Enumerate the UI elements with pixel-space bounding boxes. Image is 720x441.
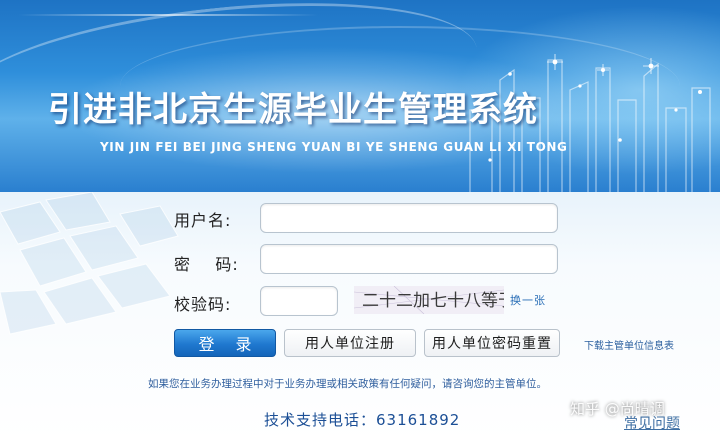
- reset-password-button[interactable]: 用人单位密码重置: [424, 329, 560, 357]
- password-label: 密 码:: [174, 255, 239, 274]
- username-label: 用户名:: [174, 211, 232, 230]
- captcha-input[interactable]: [260, 286, 338, 316]
- login-page: 引进非北京生源毕业生管理系统 YIN JIN FEI BEI JING SHEN…: [0, 0, 720, 441]
- username-input[interactable]: [260, 203, 558, 233]
- system-title: 引进非北京生源毕业生管理系统: [48, 90, 538, 130]
- captcha-refresh-link[interactable]: 换一张: [510, 292, 546, 308]
- system-subtitle-pinyin: YIN JIN FEI BEI JING SHENG YUAN BI YE SH…: [100, 140, 568, 154]
- password-input[interactable]: [260, 244, 558, 274]
- header-banner: 引进非北京生源毕业生管理系统 YIN JIN FEI BEI JING SHEN…: [0, 0, 720, 205]
- register-button[interactable]: 用人单位注册: [284, 329, 416, 357]
- faq-link[interactable]: 常见问题: [624, 413, 680, 433]
- captcha-label: 校验码:: [174, 295, 232, 314]
- login-button[interactable]: 登 录: [174, 329, 276, 357]
- support-phone: 技术支持电话：63161892: [264, 411, 461, 429]
- captcha-image-text: 二十二加七十八等于: [362, 291, 504, 311]
- captcha-image[interactable]: 二十二加七十八等于: [354, 286, 504, 314]
- help-notice: 如果您在业务办理过程中对于业务办理或相关政策有任何疑问，请咨询您的主管单位。: [148, 378, 547, 390]
- download-agency-info-link[interactable]: 下载主管单位信息表: [584, 337, 674, 352]
